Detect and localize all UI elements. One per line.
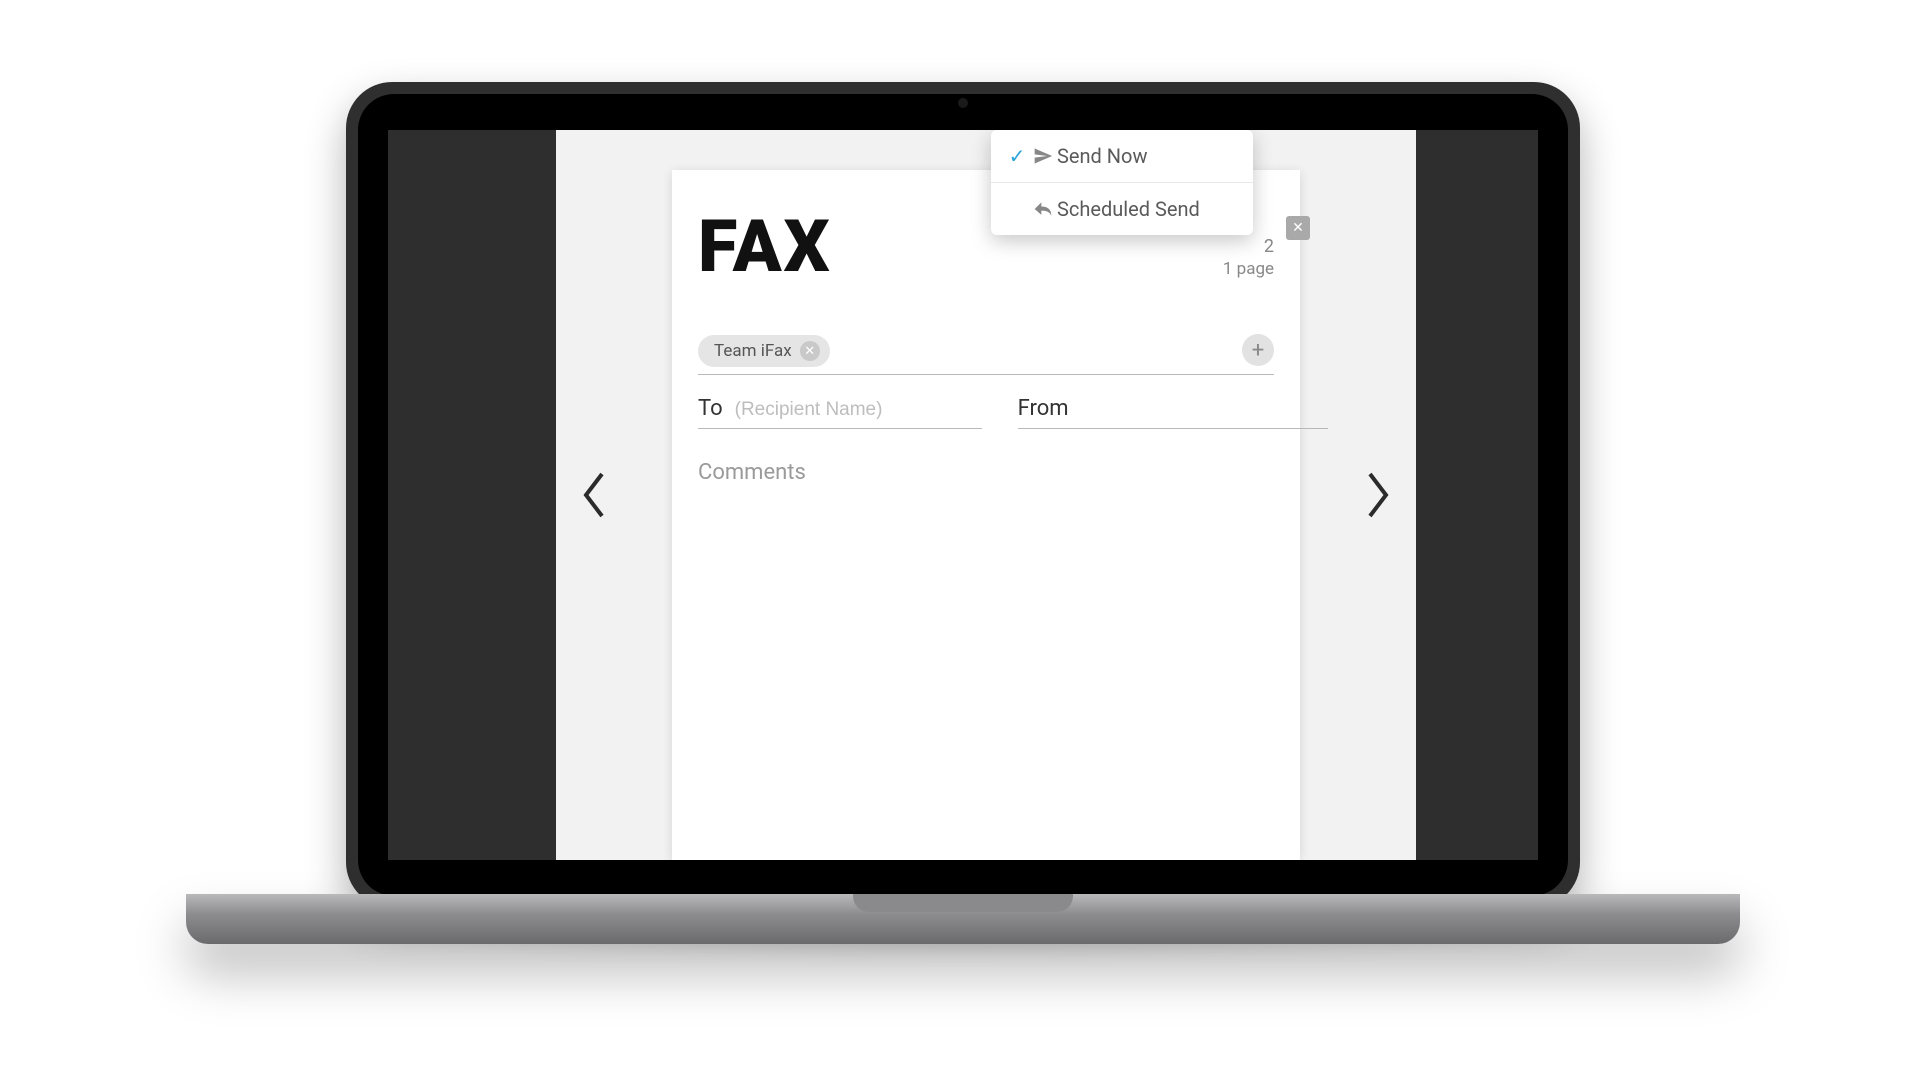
fax-meta: 2 1 page: [1223, 236, 1274, 279]
camera-dot: [958, 98, 968, 108]
scheduled-send-label: Scheduled Send: [1057, 197, 1200, 221]
close-button[interactable]: ✕: [1286, 216, 1310, 240]
fax-cover-sheet: ✕ FAX 2 1 page Team iFax: [672, 170, 1300, 860]
close-icon: ✕: [1292, 221, 1304, 235]
add-recipient-button[interactable]: +: [1242, 334, 1274, 366]
from-field: From: [1018, 396, 1328, 429]
clock-send-icon: [1029, 199, 1057, 219]
laptop-base: [186, 894, 1740, 944]
from-label: From: [1018, 396, 1069, 421]
comments-label: Comments: [698, 460, 806, 485]
recipient-chip-remove[interactable]: ✕: [800, 341, 820, 361]
to-label: To: [698, 396, 723, 421]
check-icon: ✓: [1005, 144, 1029, 168]
recipient-row: Team iFax ✕ +: [698, 328, 1274, 375]
recipient-chip[interactable]: Team iFax ✕: [698, 335, 830, 367]
laptop-notch: [853, 894, 1073, 912]
chevron-left-icon: [580, 470, 608, 520]
send-icon: [1029, 146, 1057, 166]
plus-icon: +: [1252, 338, 1264, 363]
to-input[interactable]: [733, 398, 982, 422]
fax-title: FAX: [698, 204, 832, 289]
to-field: To: [698, 396, 982, 429]
close-icon: ✕: [804, 344, 815, 359]
modal-region: ✕ FAX 2 1 page Team iFax: [556, 130, 1416, 860]
fax-page-count: 1 page: [1223, 259, 1274, 279]
from-input[interactable]: [1079, 398, 1328, 422]
recipient-chip-label: Team iFax: [714, 341, 792, 361]
send-options-popover: ✓ Send Now: [991, 130, 1253, 235]
fax-date-partial: 2: [1264, 236, 1274, 257]
laptop-screen: ✕ FAX 2 1 page Team iFax: [388, 130, 1538, 860]
send-now-label: Send Now: [1057, 144, 1147, 168]
prev-page-button[interactable]: [570, 457, 618, 533]
scheduled-send-option[interactable]: Scheduled Send: [991, 183, 1253, 235]
send-now-option[interactable]: ✓ Send Now: [991, 130, 1253, 182]
next-page-button[interactable]: [1354, 457, 1402, 533]
chevron-right-icon: [1364, 470, 1392, 520]
laptop-frame: ✕ FAX 2 1 page Team iFax: [346, 82, 1580, 908]
